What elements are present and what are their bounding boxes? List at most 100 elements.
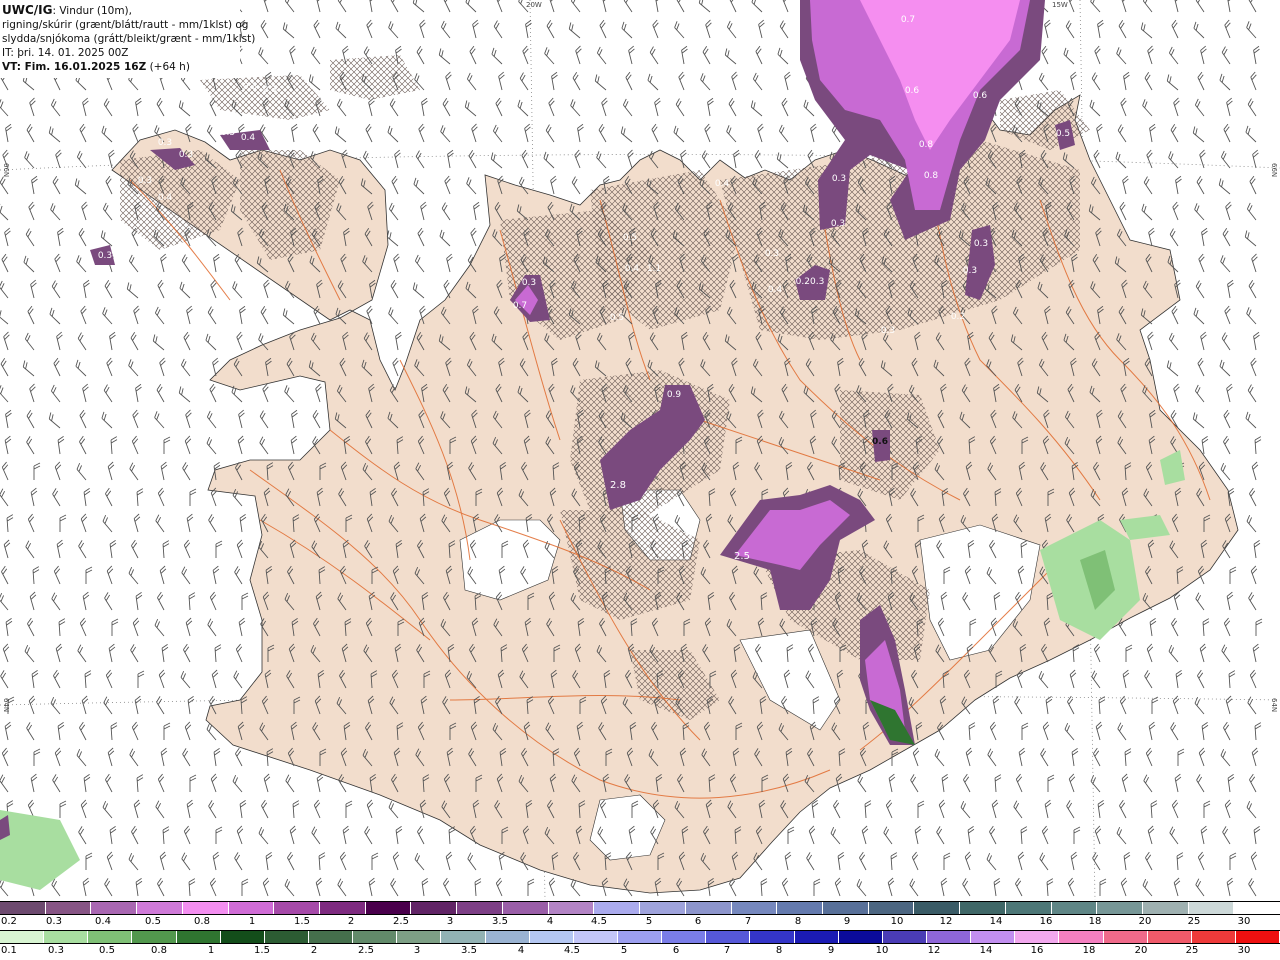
color-swatch	[45, 902, 92, 914]
precip-value-label: 0.4	[158, 193, 173, 203]
scale-label: 1.5	[254, 945, 270, 956]
scale-label: 14	[989, 916, 1003, 927]
scale-label: 6	[672, 945, 680, 956]
color-swatch	[685, 902, 732, 914]
scale-label: 20	[1134, 945, 1148, 956]
color-swatch	[1188, 902, 1235, 914]
color-swatch	[1015, 931, 1060, 943]
valid-time: VT: Fim. 16.01.2025 16Z	[2, 61, 147, 73]
scale-label: 12	[927, 945, 941, 956]
rain-label-row: 0.1 0.3 0.5 0.8 1 1.5 2 2.5 3 3.5 4 4.5 5 6 7 8 9 10 12 14 1…	[0, 944, 1280, 959]
scale-label: 5	[645, 916, 653, 927]
scale-label: 7	[744, 916, 752, 927]
color-swatch	[0, 902, 46, 914]
color-swatch	[548, 902, 595, 914]
lat-label-66n-left: 66N	[2, 163, 10, 178]
color-swatch	[91, 902, 138, 914]
color-swatch	[706, 931, 751, 943]
color-swatch	[822, 902, 869, 914]
lat-label-64n-right: 64N	[1270, 698, 1278, 713]
color-swatch	[750, 931, 795, 943]
color-swatch	[44, 931, 89, 943]
color-swatch	[411, 902, 458, 914]
map-info-box: UWC/IG: Vindur (10m), rigning/skúrir (gr…	[0, 0, 256, 78]
precip-value-label: 0.8	[919, 140, 934, 150]
scale-label: 4	[546, 916, 554, 927]
precip-value-label: 0.8	[924, 171, 939, 181]
color-swatch	[457, 902, 503, 914]
description-line-3: slydda/snjókoma (grátt/bleikt/grænt - mm…	[2, 33, 256, 45]
color-swatch	[353, 931, 398, 943]
precip-value-label: 2.5	[734, 551, 750, 562]
color-swatch	[137, 902, 183, 914]
scale-label: 7	[723, 945, 731, 956]
snow-swatch-row	[0, 901, 1280, 915]
scale-label: 0.3	[48, 945, 64, 956]
scale-label: 4.5	[564, 945, 580, 956]
lat-label-64n-left: 64N	[2, 698, 10, 713]
color-swatch	[662, 931, 707, 943]
precip-value-label: 0.4	[715, 179, 730, 189]
color-swatch	[397, 931, 442, 943]
lon-label-20w: 20W	[526, 1, 542, 9]
precip-value-label: 0.9	[667, 390, 682, 400]
scale-label: 1.5	[294, 916, 310, 927]
precip-value-label: 0.3	[765, 249, 779, 259]
precip-value-label: 0.2	[951, 312, 965, 322]
color-swatch	[220, 931, 265, 943]
scale-label: 8	[794, 916, 802, 927]
color-swatch	[485, 931, 530, 943]
color-swatch	[182, 902, 229, 914]
scale-label: 3	[413, 945, 421, 956]
scale-label: 0.5	[99, 945, 115, 956]
color-swatch	[731, 902, 778, 914]
scale-label: 2	[310, 945, 318, 956]
precip-value-label: 0.5	[610, 313, 624, 323]
precip-value-label: 0.3	[522, 278, 536, 288]
precip-value-label: 0.3	[158, 138, 172, 148]
color-swatch	[960, 902, 1006, 914]
model-name: UWC/IG	[2, 3, 53, 17]
color-swatch	[0, 931, 45, 943]
color-swatch	[926, 931, 972, 943]
precip-value-label: 0.3	[832, 174, 846, 184]
scale-label: 9	[843, 916, 851, 927]
scale-label: 4	[517, 945, 525, 956]
color-swatch	[1059, 931, 1104, 943]
color-swatch	[1191, 931, 1236, 943]
color-swatch	[502, 902, 549, 914]
snow-color-scale: 0.2 0.3 0.4 0.5 0.8 1 1.5 2 2.5 3 3.5 4 4.5 5 6 7 8 9 10 12…	[0, 901, 1280, 931]
precip-value-label: 0.3	[831, 219, 845, 229]
scale-label: 16	[1039, 916, 1053, 927]
scale-label: 3	[446, 916, 454, 927]
description-line-2: rigning/skúrir (grænt/blátt/rautt - mm/1…	[2, 19, 249, 31]
precip-value-label: 0.5	[623, 233, 637, 243]
color-swatch	[617, 931, 663, 943]
color-swatch	[320, 902, 366, 914]
color-swatch	[971, 931, 1016, 943]
precip-value-label: 1.1	[647, 264, 661, 274]
color-swatch	[529, 931, 574, 943]
scale-label: 16	[1030, 945, 1044, 956]
scale-label: 2	[347, 916, 355, 927]
scale-label: 8	[775, 945, 783, 956]
scale-label: 25	[1185, 945, 1199, 956]
scale-label: 18	[1088, 916, 1102, 927]
scale-label: 2.5	[358, 945, 374, 956]
precip-value-label: 0.3	[179, 150, 193, 160]
color-swatch	[264, 931, 309, 943]
lon-label-15w: 15W	[1052, 1, 1068, 9]
precip-value-label: 0.5	[1056, 129, 1070, 139]
color-swatch	[868, 902, 915, 914]
scale-label: 0.8	[194, 916, 210, 927]
color-swatch	[176, 931, 221, 943]
precip-value-label: 0.3	[138, 176, 152, 186]
color-swatch	[365, 902, 412, 914]
scale-label: 4.5	[591, 916, 607, 927]
precip-value-label: 0.3	[963, 266, 977, 276]
scale-label: 0.4	[95, 916, 111, 927]
color-swatch	[1235, 931, 1280, 943]
scale-label: 1	[207, 945, 215, 956]
scale-label: 20	[1138, 916, 1152, 927]
scale-label: 10	[890, 916, 904, 927]
